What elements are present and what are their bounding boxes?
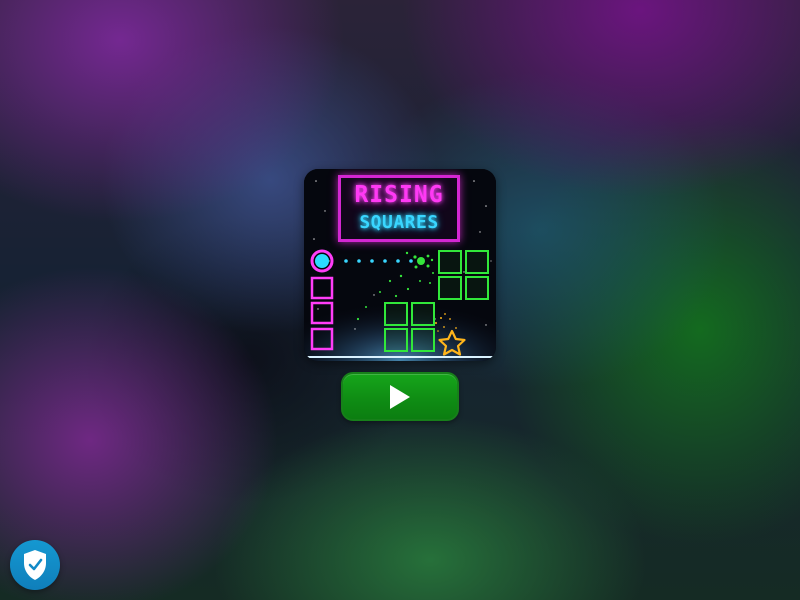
game-thumbnail[interactable]: RISING SQUARES (304, 169, 496, 361)
play-icon (390, 385, 410, 409)
game-title-line-1: RISING (354, 182, 444, 208)
shield-check-icon (24, 550, 46, 580)
game-page: RISING SQUARES (0, 0, 800, 600)
game-title-line-2: SQUARES (359, 212, 439, 233)
play-button[interactable] (341, 372, 459, 421)
game-logo: RISING SQUARES (338, 175, 460, 242)
floor-line (304, 356, 496, 358)
player-ball-core (315, 254, 329, 268)
security-badge[interactable] (10, 540, 60, 590)
